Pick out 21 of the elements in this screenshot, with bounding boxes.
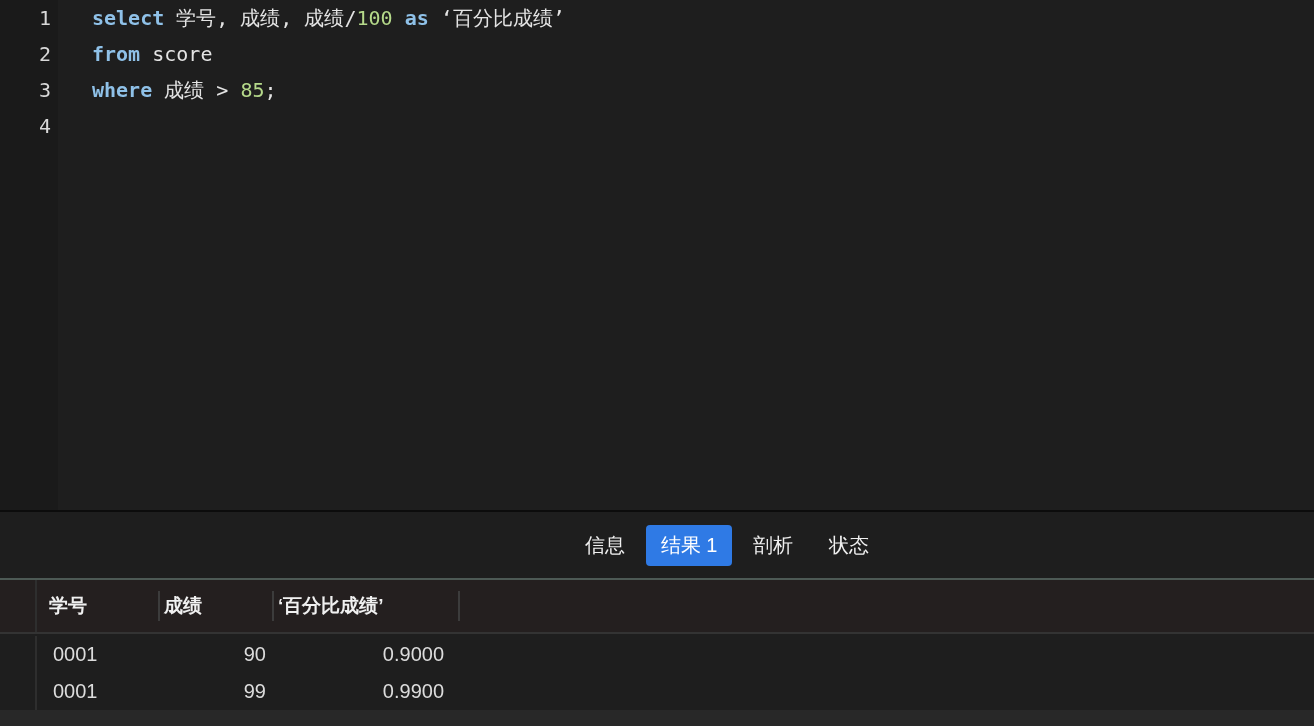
table-cell-text: 99	[242, 680, 267, 703]
line-number: 2	[37, 41, 52, 68]
result-tab[interactable]: 剖析	[738, 524, 809, 566]
result-tab[interactable]: 信息	[569, 524, 640, 566]
table-cell-text: 0001	[52, 680, 99, 703]
column-header[interactable]: 成绩	[160, 591, 274, 621]
table-cell-text: 0.9900	[381, 680, 445, 703]
code-editor[interactable]: 1 2 3 4 select 学号, 成绩, 成绩/100 as ‘百分比成绩’ from score where 成绩 > 85;	[0, 0, 1314, 512]
result-tab[interactable]: 结果 1	[645, 524, 733, 566]
code-line: from score	[92, 42, 213, 66]
table-cell-text: 90	[242, 643, 267, 666]
line-number: 3	[37, 77, 52, 104]
column-header[interactable]: ‘百分比成绩’	[274, 591, 460, 621]
code-line: where 成绩 > 85;	[92, 78, 277, 102]
table-cell-text: 0.9000	[381, 643, 445, 666]
code-line: select 学号, 成绩, 成绩/100 as ‘百分比成绩’	[92, 6, 565, 30]
line-number: 1	[37, 5, 52, 32]
result-tab[interactable]: 状态	[814, 524, 885, 566]
table-cell-text: 0001	[52, 643, 99, 666]
line-number: 4	[37, 113, 52, 140]
column-header[interactable]: 学号	[37, 591, 160, 621]
